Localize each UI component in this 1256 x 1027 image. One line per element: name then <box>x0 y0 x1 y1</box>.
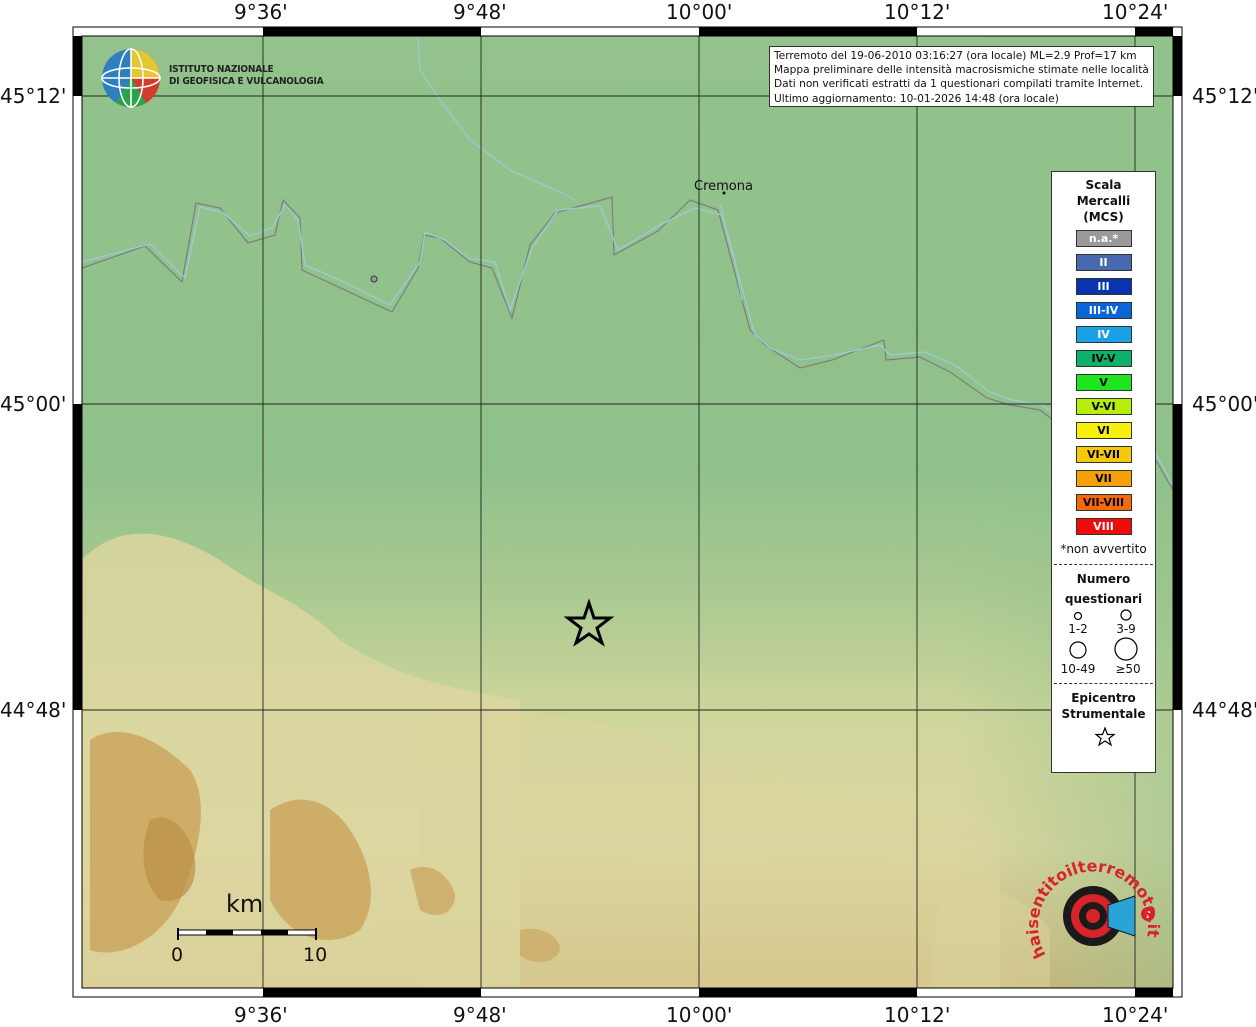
legend-swatch-na: n.a.* <box>1075 230 1132 247</box>
lon-label-top-5: 10°24' <box>1102 0 1169 24</box>
legend-swatch-vi: VI <box>1075 422 1132 439</box>
lon-label-bottom-3: 10°00' <box>666 1003 733 1027</box>
legend-divider-2 <box>1054 683 1153 684</box>
event-info-line4: Ultimo aggiornamento: 10-01-2026 14:48 (… <box>774 92 1059 105</box>
frame-seg-bottom-1 <box>263 988 481 997</box>
legend-title-3: (MCS) <box>1083 210 1124 224</box>
lon-label-top-4: 10°12' <box>884 0 951 24</box>
legend-swatch-vivii: VI-VII <box>1075 446 1132 463</box>
scale-start-label: 0 <box>171 944 184 966</box>
event-info-line3: Dati non verificati estratti da 1 questi… <box>774 78 1144 91</box>
questionnaires-title-1: Numero <box>1076 572 1131 586</box>
city-label-cremona: Cremona <box>694 179 753 194</box>
frame-seg-right-1 <box>1173 36 1182 96</box>
legend-swatch-viii: VIII <box>1075 518 1132 535</box>
frame-seg-top-2 <box>699 27 917 36</box>
count-label-1: 1-2 <box>1068 622 1088 636</box>
institute-name-line1: ISTITUTO NAZIONALE <box>169 64 274 75</box>
frame-seg-left-2 <box>73 404 82 710</box>
count-label-4: ≥50 <box>1115 662 1141 676</box>
legend-title-2: Mercalli <box>1076 194 1131 208</box>
frame-seg-right-2 <box>1173 404 1182 710</box>
legend-swatch-iv: IV <box>1075 326 1132 343</box>
institute-name-line2: DI GEOFISICA E VULCANOLOGIA <box>169 76 324 87</box>
lat-label-right-3: 44°48' <box>1192 698 1256 722</box>
legend-swatch-viiviii: VII-VIII <box>1075 494 1132 511</box>
lon-label-top-1: 9°36' <box>234 0 288 24</box>
not-felt-note: *non avvertito <box>1060 542 1147 556</box>
lat-label-left-3: 44°48' <box>0 698 67 722</box>
lon-label-bottom-1: 9°36' <box>234 1003 288 1027</box>
legend-divider-1 <box>1054 564 1153 565</box>
lon-label-bottom-4: 10°12' <box>884 1003 951 1027</box>
legend-swatches: n.a.* II III III-IV IV IV-V V V-VI VI VI-VII VII VI… <box>1052 230 1155 535</box>
event-info-line2: Mappa preliminare delle intensità macros… <box>774 64 1149 77</box>
questionnaire-size-legend: 1-2 3-9 10-49 ≥50 <box>1052 607 1155 681</box>
frame-seg-bottom-3 <box>1135 988 1173 997</box>
event-info-line1: Terremoto del 19-06-2010 03:16:27 (ora l… <box>774 50 1137 62</box>
lon-label-top-2: 9°48' <box>453 0 507 24</box>
ingv-globe-logo <box>101 48 161 108</box>
legend-swatch-iii: III <box>1075 278 1132 295</box>
institute-name: ISTITUTO NAZIONALE DI GEOFISICA E VULCAN… <box>169 64 324 88</box>
frame-seg-top-3 <box>1135 27 1173 36</box>
questionnaire-point[interactable] <box>370 275 378 283</box>
legend-swatch-ivv: IV-V <box>1075 350 1132 367</box>
questionnaires-title-2: questionari <box>1064 592 1143 606</box>
legend-swatch-vii: VII <box>1075 470 1132 487</box>
legend-title-1: Scala <box>1085 178 1122 192</box>
event-info-box: Terremoto del 19-06-2010 03:16:27 (ora l… <box>769 46 1154 107</box>
legend-swatch-vvi: V-VI <box>1075 398 1132 415</box>
legend-swatch-iiiiv: III-IV <box>1075 302 1132 319</box>
count-label-2: 3-9 <box>1116 622 1136 636</box>
lon-label-top-3: 10°00' <box>666 0 733 24</box>
legend-swatch-ii: II <box>1075 254 1132 271</box>
lon-label-bottom-2: 9°48' <box>453 1003 507 1027</box>
epicenter-title-1: Epicentro <box>1071 691 1136 705</box>
mcs-legend: Scala Mercalli (MCS) n.a.* II III III-IV IV I… <box>1051 171 1156 773</box>
scale-end-label: 10 <box>303 944 328 966</box>
legend-star-icon <box>1094 726 1116 747</box>
frame-seg-bottom-2 <box>699 988 917 997</box>
lat-label-right-1: 45°12' <box>1192 84 1256 108</box>
lat-label-left-2: 45°00' <box>0 392 67 416</box>
frame-seg-top-1 <box>263 27 481 36</box>
scale-unit-label: km <box>226 890 264 918</box>
count-label-3: 10-49 <box>1060 662 1096 676</box>
lat-label-left-1: 45°12' <box>0 84 67 108</box>
legend-swatch-v: V <box>1075 374 1132 391</box>
epicenter-title-2: Strumentale <box>1061 707 1146 721</box>
frame-seg-left-1 <box>73 36 82 96</box>
lon-label-bottom-5: 10°24' <box>1102 1003 1169 1027</box>
lat-label-right-2: 45°00' <box>1192 392 1256 416</box>
